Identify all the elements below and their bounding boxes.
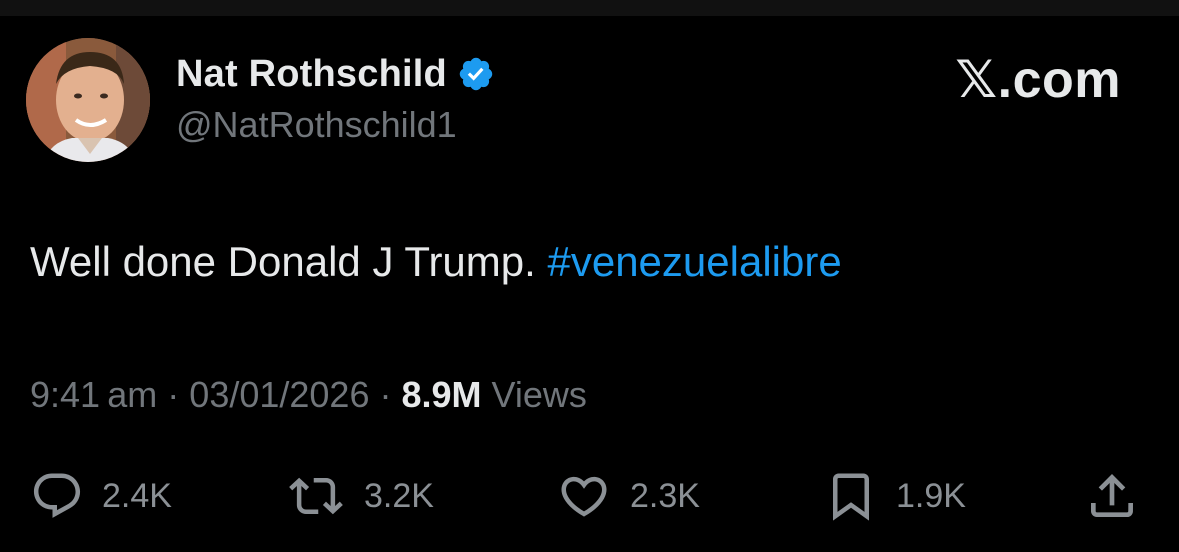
meta-separator: · — [157, 374, 190, 415]
share-icon — [1084, 468, 1140, 524]
hashtag-link[interactable]: #venezuelalibre — [547, 238, 841, 285]
like-button[interactable]: 2.3K — [556, 466, 700, 526]
like-count: 2.3K — [630, 476, 700, 515]
action-bar: 2.4K 3.2K 2.3K 1.9K — [0, 466, 1179, 526]
repost-icon — [286, 469, 346, 523]
verified-badge-icon — [457, 55, 495, 93]
avatar[interactable] — [26, 38, 150, 162]
meta-separator: · — [369, 374, 402, 415]
reply-icon — [30, 469, 84, 523]
share-button[interactable] — [1084, 466, 1140, 526]
author-handle[interactable]: @NatRothschild1 — [176, 104, 457, 146]
bookmark-button[interactable]: 1.9K — [824, 466, 966, 526]
top-bar — [0, 0, 1179, 16]
views-label: Views — [481, 374, 587, 415]
bookmark-count: 1.9K — [896, 476, 966, 515]
tweet-body: Well done Donald J Trump. — [30, 238, 536, 285]
author-name-row[interactable]: Nat Rothschild — [176, 52, 495, 96]
tweet-meta: 9:41 am · 03/01/2026 · 8.9M Views — [30, 374, 587, 416]
author-display-name[interactable]: Nat Rothschild — [176, 53, 447, 96]
heart-icon — [556, 469, 612, 523]
repost-button[interactable]: 3.2K — [286, 466, 434, 526]
views-count[interactable]: 8.9M — [401, 374, 481, 415]
reply-count: 2.4K — [102, 476, 172, 515]
reply-button[interactable]: 2.4K — [30, 466, 172, 526]
bookmark-icon — [824, 467, 878, 525]
x-logo-brand: 𝕏.com — [955, 51, 1121, 109]
tweet-time[interactable]: 9:41 am — [30, 374, 157, 415]
tweet-date[interactable]: 03/01/2026 — [189, 374, 369, 415]
tweet-text: Well done Donald J Trump. #venezuelalibr… — [30, 238, 842, 286]
repost-count: 3.2K — [364, 476, 434, 515]
